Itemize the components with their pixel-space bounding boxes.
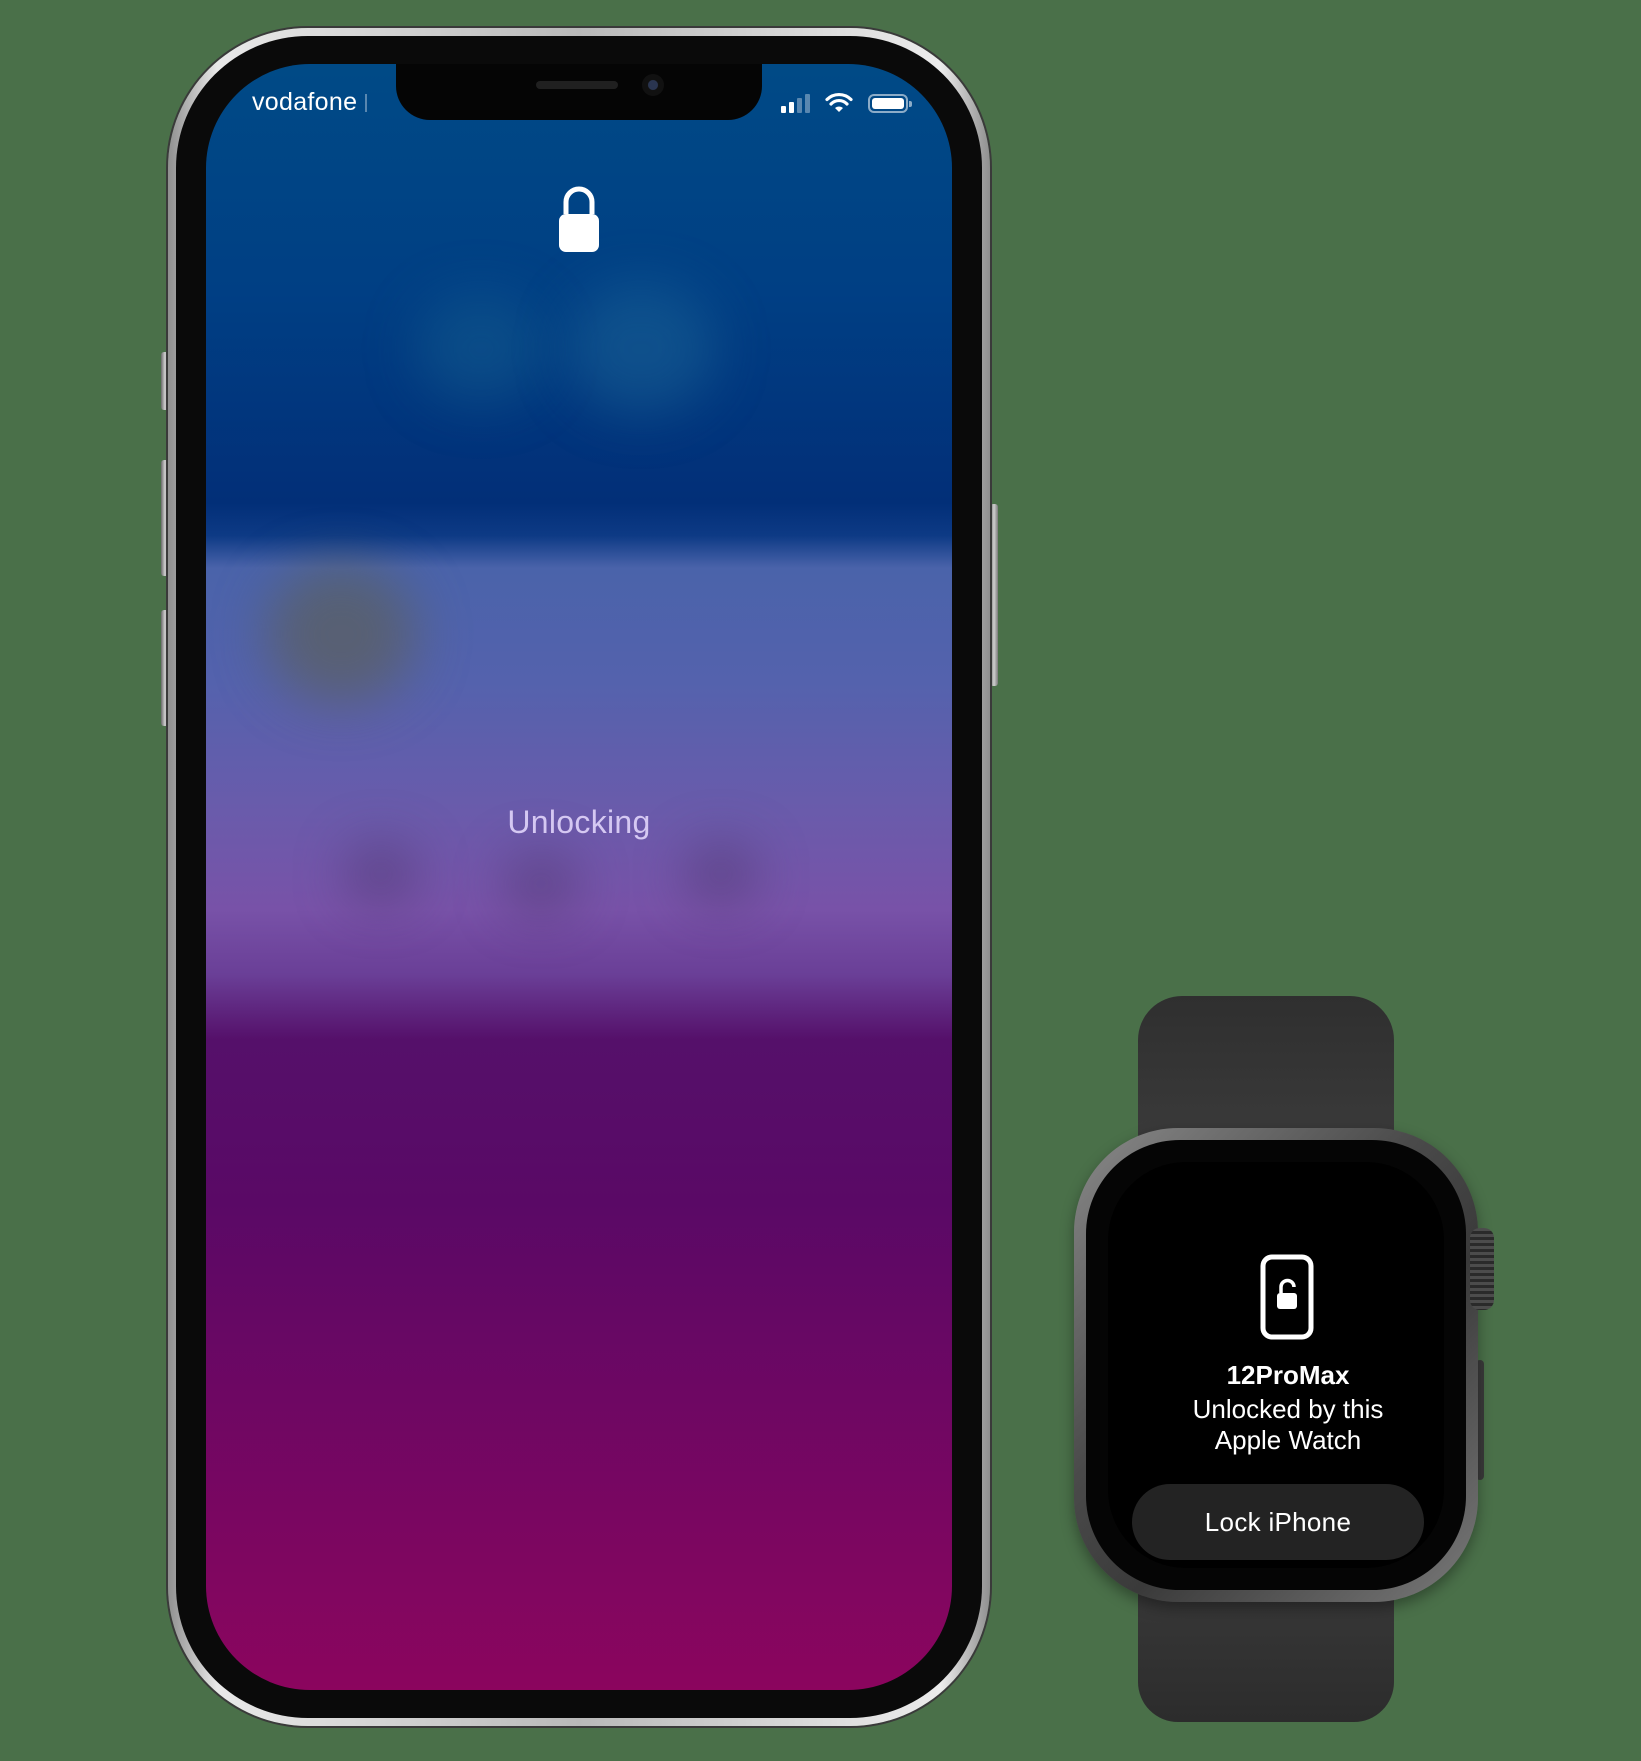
- watch-bezel: 12ProMax Unlocked by this Apple Watch Lo…: [1086, 1140, 1466, 1590]
- iphone-device: vodafone Unlocking: [168, 28, 990, 1726]
- carrier-name: vodafone: [252, 88, 367, 117]
- status-bar-icons: [781, 92, 912, 114]
- blurred-background-shape: [506, 854, 576, 914]
- notch: [396, 64, 762, 120]
- lock-icon: [559, 186, 599, 252]
- unlock-message-line: Apple Watch: [1214, 1425, 1362, 1455]
- phone-power-button: [990, 504, 998, 686]
- signal-icon: [781, 93, 810, 113]
- battery-icon: [868, 93, 912, 113]
- device-name: 12ProMax: [1226, 1360, 1350, 1390]
- blurred-background-shape: [566, 284, 716, 414]
- blurred-background-shape: [266, 564, 416, 704]
- blurred-background-shape: [416, 294, 546, 404]
- unlock-message-line: Unlocked by this: [1192, 1394, 1384, 1424]
- front-camera: [642, 74, 664, 96]
- wifi-icon: [825, 92, 853, 112]
- battery-level: [872, 97, 904, 109]
- blurred-background-shape: [346, 844, 416, 904]
- phone-unlocked-icon: [1260, 1254, 1314, 1340]
- watch-screen: 12ProMax Unlocked by this Apple Watch Lo…: [1108, 1162, 1444, 1568]
- blurred-background-shape: [686, 844, 756, 904]
- unlocking-status: Unlocking: [507, 804, 651, 840]
- unlock-message: Unlocked by this Apple Watch: [1108, 1394, 1444, 1456]
- lock-iphone-button[interactable]: Lock iPhone: [1132, 1484, 1424, 1560]
- digital-crown[interactable]: [1470, 1228, 1494, 1310]
- speaker-grille: [536, 81, 618, 89]
- apple-watch-device: 12ProMax Unlocked by this Apple Watch Lo…: [1074, 1128, 1478, 1602]
- lock-screen: vodafone Unlocking: [206, 64, 952, 1690]
